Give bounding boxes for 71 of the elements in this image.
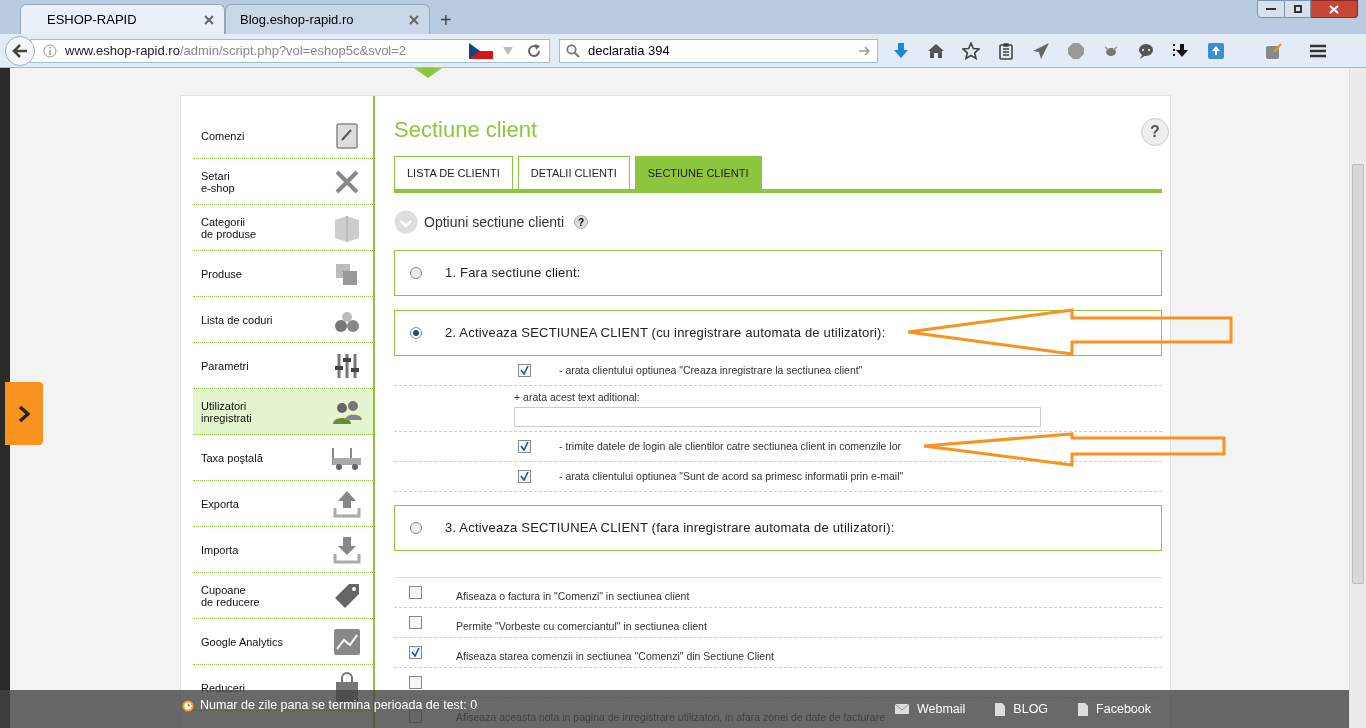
upload-icon[interactable]: [1207, 41, 1225, 60]
option-label: - arata clientului optiunea "Creaza inregistrare la sectiunea client": [559, 362, 863, 378]
option-label: 3. Activeaza SECTIUNEA CLIENT (fara inregistrare automata de utilizatori):: [445, 519, 895, 538]
paper-plane-icon[interactable]: [1032, 41, 1050, 60]
footer-link[interactable]: Webmail: [894, 699, 966, 719]
close-icon[interactable]: [409, 14, 419, 25]
search-icon: [566, 43, 580, 58]
tab[interactable]: DETALII CLIENTI: [517, 156, 630, 189]
star-icon[interactable]: [962, 41, 980, 60]
search-text: declaratia 394: [588, 41, 671, 60]
page-title: Sectiune client: [394, 118, 538, 142]
tab-label: ESHOP-RAPID: [46, 10, 137, 29]
checkbox[interactable]: [409, 676, 422, 689]
checkbox[interactable]: [409, 586, 422, 599]
url-text: www.eshop-rapid.ro/admin/script.php?vol=eshop5c&svol=2: [65, 41, 407, 60]
option-label: 1. Fara sectiune client:: [445, 264, 581, 283]
checkbox[interactable]: [518, 470, 531, 483]
browser-tab[interactable]: Blog.eshop-rapid.ro: [225, 4, 430, 34]
close-icon: [1329, 4, 1339, 14]
sidebar-item[interactable]: Utilizatori inregistrati: [193, 389, 373, 435]
chat-icon[interactable]: [1137, 41, 1155, 60]
checkbox[interactable]: [518, 440, 531, 453]
setting-label: Permite "Vorbeste cu comerciantul" in sectiunea client: [456, 619, 707, 632]
note-icon[interactable]: [1264, 41, 1282, 60]
footer-link[interactable]: BLOG: [995, 699, 1049, 719]
option-label: 2. Activeaza SECTIUNEA CLIENT (cu inregistrare automata de utilizatori):: [445, 324, 886, 343]
help-button[interactable]: ?: [1141, 118, 1169, 146]
arrow-right-icon[interactable]: [859, 45, 871, 56]
minimize-button[interactable]: [1257, 0, 1285, 18]
tab[interactable]: SECTIUNE CLIENTI: [634, 156, 762, 189]
restore-button[interactable]: [1285, 0, 1311, 18]
checkbox[interactable]: [409, 646, 422, 659]
envelope-icon: [894, 704, 909, 714]
chevron-down-icon: [414, 68, 442, 78]
tab-label: Blog.eshop-rapid.ro: [240, 10, 354, 29]
chevron-right-icon: [18, 404, 30, 423]
radio-button[interactable]: [410, 522, 422, 534]
option-label: - arata clientului optiunea "Sunt de acord sa primesc informatii prin e-mail": [559, 468, 904, 484]
footer-link[interactable]: Facebook: [1078, 699, 1151, 719]
help-button[interactable]: ?: [574, 215, 589, 229]
close-button[interactable]: [1311, 0, 1358, 18]
back-button[interactable]: [5, 36, 35, 66]
search-field[interactable]: declaratia 394: [559, 38, 878, 63]
section-title: Optiuni sectiune clienti: [424, 212, 565, 232]
tab[interactable]: LISTA DE CLIENTI: [394, 156, 513, 189]
new-tab-button[interactable]: +: [440, 10, 452, 30]
browser-tab[interactable]: ESHOP-RAPID: [20, 4, 225, 34]
scrollbar[interactable]: [1349, 68, 1366, 728]
clipboard-icon[interactable]: [997, 41, 1015, 60]
radio-button[interactable]: [410, 267, 422, 279]
arrow-down-circle-icon: [394, 210, 418, 234]
document-icon: [1078, 702, 1089, 716]
radio-button[interactable]: [410, 327, 422, 339]
info-icon: [43, 43, 57, 58]
reload-icon[interactable]: [527, 43, 541, 58]
back-arrow-icon: [12, 44, 28, 58]
flag-icon: [469, 42, 493, 59]
setting-label: Afiseaza o factura in "Comenzi" in sectiunea client: [456, 589, 690, 602]
setting-label: Afiseaza starea comenzii in sectiunea "Comenzi" din Sectiune Client: [456, 649, 774, 662]
checkbox[interactable]: [518, 364, 531, 377]
home-icon[interactable]: [927, 41, 945, 60]
side-tab[interactable]: [5, 382, 43, 445]
text-field[interactable]: [514, 406, 1041, 427]
checkbox[interactable]: [409, 616, 422, 629]
close-icon[interactable]: [204, 14, 214, 25]
field-label: + arata acest text aditional:: [514, 390, 641, 406]
option-label: - trimite datele de login ale clientilor catre sectiunea client in comenzile lor: [559, 438, 901, 454]
download-icon[interactable]: [892, 41, 910, 60]
clock-icon: [182, 700, 194, 712]
address-bar[interactable]: www.eshop-rapid.ro/admin/script.php?vol=eshop5c&svol=2: [30, 38, 550, 63]
document-icon: [995, 702, 1006, 716]
